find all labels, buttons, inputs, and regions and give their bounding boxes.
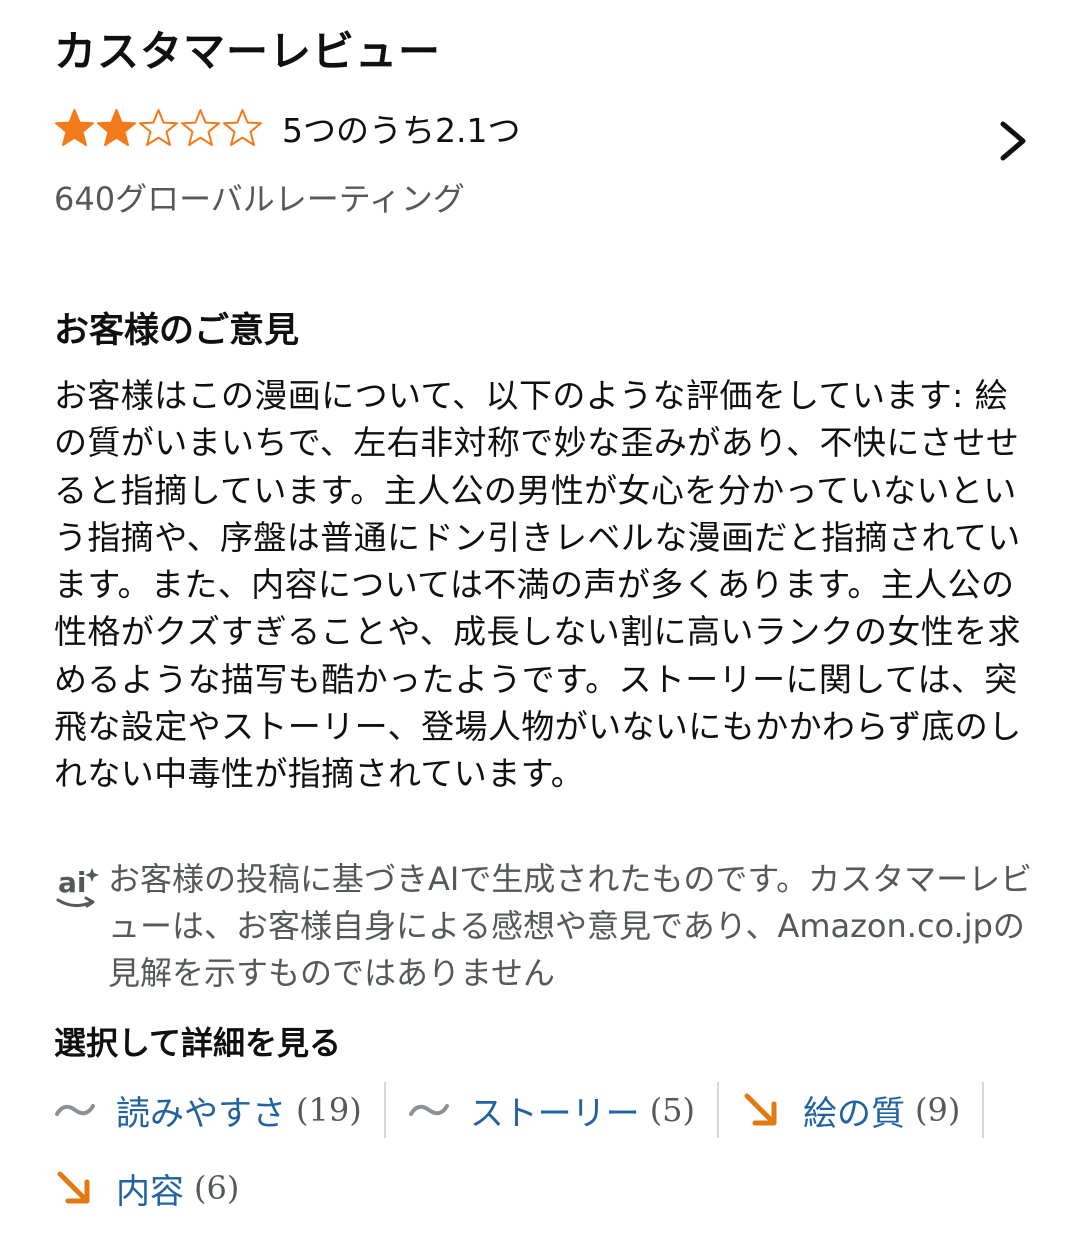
aspect-count: (5) xyxy=(649,1091,696,1129)
arrow-down-right-icon xyxy=(57,1171,90,1204)
ai-disclaimer: ai お客様の投稿に基づきAIで生成されたものです。カスタマーレビューは、お客様… xyxy=(54,856,1044,997)
star-filled-icon xyxy=(55,109,94,146)
star-filled-icon xyxy=(97,109,136,146)
svg-text:ai: ai xyxy=(58,866,87,899)
aspect-readability[interactable]: 読みやすさ (19) xyxy=(54,1082,386,1138)
rating-summary[interactable]: 5つのうち2.1つ xyxy=(54,104,520,152)
ai-review-summary: お客様はこの漫画について、以下のような評価をしています: 絵の質がいまいちで、左… xyxy=(54,376,1022,794)
chevron-right-icon[interactable] xyxy=(995,118,1031,164)
tilde-icon xyxy=(408,1104,449,1116)
global-ratings-count: 640グローバルレーティング xyxy=(54,180,465,218)
aspect-count: (9) xyxy=(915,1091,961,1129)
aspect-label: 内容 xyxy=(116,1171,184,1212)
aspect-content[interactable]: 内容 (6) xyxy=(54,1160,261,1216)
aspect-label: 読みやすさ xyxy=(116,1093,286,1134)
star-empty-icon xyxy=(223,109,262,146)
aspect-story[interactable]: ストーリー (5) xyxy=(408,1082,720,1138)
star-rating xyxy=(54,108,264,148)
star-empty-icon xyxy=(139,109,178,146)
aspect-list: 読みやすさ (19) ストーリー (5) 絵の質 (9) 内容 (6) xyxy=(54,1082,1054,1238)
aspect-label: 絵の質 xyxy=(803,1093,906,1134)
arrow-down-right-icon xyxy=(744,1093,777,1126)
ai-icon: ai xyxy=(56,866,99,908)
aspect-art-quality[interactable]: 絵の質 (9) xyxy=(741,1082,985,1138)
rating-text: 5つのうち2.1つ xyxy=(282,111,521,150)
ai-disclaimer-text: お客様の投稿に基づきAIで生成されたものです。カスタマーレビューは、お客様自身に… xyxy=(108,860,1033,992)
aspect-label: ストーリー xyxy=(469,1093,640,1134)
aspect-count: (6) xyxy=(194,1169,240,1207)
aspect-count: (19) xyxy=(296,1091,362,1129)
tilde-icon xyxy=(55,1104,95,1116)
select-aspects-title: 選択して詳細を見る xyxy=(54,1024,342,1062)
customer-reviews-title: カスタマーレビュー xyxy=(54,27,442,76)
star-empty-icon xyxy=(181,109,220,146)
customer-opinion-title: お客様のご意見 xyxy=(54,311,300,351)
